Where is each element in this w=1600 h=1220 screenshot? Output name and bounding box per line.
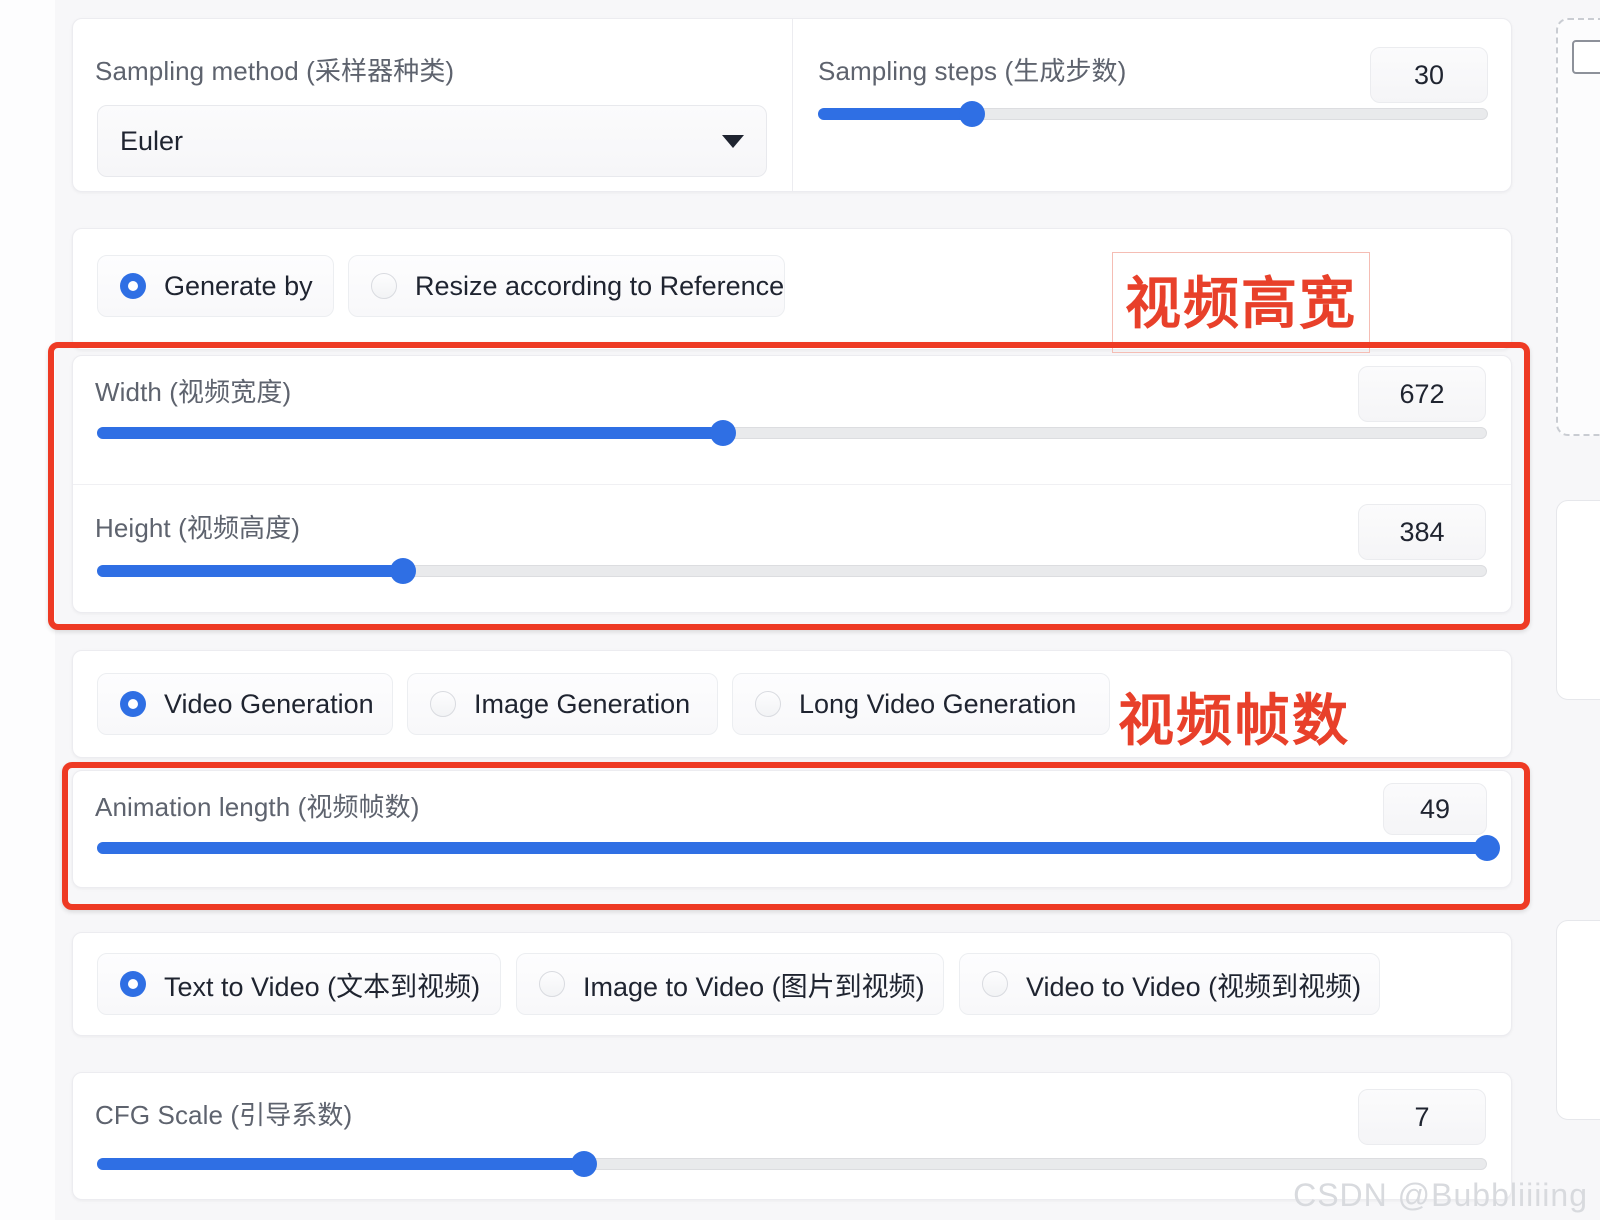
sampling-card: Sampling method (采样器种类) Euler Sampling s… bbox=[72, 18, 1512, 192]
conversion-mode-option-label: Video to Video (视频到视频) bbox=[1026, 971, 1362, 1002]
generation-mode-option-video[interactable]: Video Generation bbox=[97, 673, 393, 735]
sampling-method-label: Sampling method (采样器种类) bbox=[95, 56, 455, 86]
watermark: CSDN @Bubbliiiing bbox=[1293, 1177, 1588, 1213]
slider-thumb[interactable] bbox=[709, 420, 736, 446]
conversion-mode-option-label: Text to Video (文本到视频) bbox=[164, 971, 481, 1002]
size-mode-option-generate-by[interactable]: Generate by bbox=[97, 255, 334, 317]
annotation-video-size-label: 视频高宽 bbox=[1112, 252, 1370, 353]
chevron-down-icon[interactable] bbox=[722, 134, 744, 148]
sampling-steps-slider[interactable] bbox=[818, 101, 1488, 127]
sampling-method-value: Euler bbox=[120, 125, 184, 156]
radio-unselected-icon[interactable] bbox=[755, 691, 781, 717]
cfg-scale-slider[interactable] bbox=[97, 1151, 1487, 1177]
conversion-mode-option-label: Image to Video (图片到视频) bbox=[583, 971, 925, 1002]
image-placeholder-icon bbox=[1572, 40, 1600, 74]
radio-unselected-icon[interactable] bbox=[982, 971, 1008, 997]
slider-fill bbox=[97, 1158, 584, 1170]
sampling-method-dropdown[interactable]: Euler bbox=[97, 105, 767, 177]
animation-length-slider[interactable] bbox=[97, 835, 1500, 861]
sampling-steps-label: Sampling steps (生成步数) bbox=[818, 56, 1127, 86]
cfg-scale-label: CFG Scale (引导系数) bbox=[95, 1100, 353, 1130]
animation-length-card: Animation length (视频帧数) 49 bbox=[72, 770, 1512, 888]
height-slider[interactable] bbox=[97, 558, 1487, 584]
slider-thumb[interactable] bbox=[570, 1151, 597, 1177]
generation-mode-option-label: Image Generation bbox=[474, 688, 691, 719]
slider-thumb[interactable] bbox=[959, 101, 986, 127]
slider-thumb[interactable] bbox=[389, 558, 416, 584]
radio-selected-icon[interactable] bbox=[120, 971, 146, 997]
sampling-steps-value-input[interactable]: 30 bbox=[1370, 47, 1488, 103]
generation-mode-option-label: Long Video Generation bbox=[799, 688, 1077, 719]
animation-length-label: Animation length (视频帧数) bbox=[95, 792, 420, 822]
height-value-input[interactable]: 384 bbox=[1358, 504, 1486, 560]
generation-mode-option-image[interactable]: Image Generation bbox=[407, 673, 718, 735]
radio-selected-icon[interactable] bbox=[120, 691, 146, 717]
width-slider[interactable] bbox=[97, 420, 1487, 446]
slider-thumb[interactable] bbox=[1474, 835, 1500, 861]
sampling-card-divider bbox=[792, 19, 793, 191]
slider-fill bbox=[97, 427, 723, 439]
animation-length-value-input[interactable]: 49 bbox=[1383, 783, 1487, 835]
width-value-input[interactable]: 672 bbox=[1358, 366, 1486, 422]
width-height-card: Width (视频宽度) 672 Height (视频高度) 384 bbox=[72, 355, 1512, 613]
radio-unselected-icon[interactable] bbox=[430, 691, 456, 717]
slider-fill bbox=[97, 842, 1487, 854]
annotation-frame-count-label: 视频帧数 bbox=[1118, 689, 1350, 754]
right-edge-card-2 bbox=[1556, 920, 1600, 1120]
size-mode-option-resize-reference[interactable]: Resize according to Reference bbox=[348, 255, 785, 317]
generation-mode-option-label: Video Generation bbox=[164, 688, 374, 719]
radio-unselected-icon[interactable] bbox=[371, 273, 397, 299]
radio-selected-icon[interactable] bbox=[120, 273, 146, 299]
conversion-mode-option-video-to-video[interactable]: Video to Video (视频到视频) bbox=[959, 953, 1380, 1015]
generation-mode-option-long-video[interactable]: Long Video Generation bbox=[732, 673, 1110, 735]
cfg-scale-value-input[interactable]: 7 bbox=[1358, 1089, 1486, 1145]
reference-drop-panel-top[interactable] bbox=[1556, 18, 1600, 436]
conversion-mode-option-text-to-video[interactable]: Text to Video (文本到视频) bbox=[97, 953, 501, 1015]
width-label: Width (视频宽度) bbox=[95, 377, 292, 407]
right-edge-card-1 bbox=[1556, 500, 1600, 700]
radio-unselected-icon[interactable] bbox=[539, 971, 565, 997]
app-root: Sampling method (采样器种类) Euler Sampling s… bbox=[0, 0, 1600, 1220]
conversion-mode-card: Text to Video (文本到视频) Image to Video (图片… bbox=[72, 932, 1512, 1036]
slider-fill bbox=[818, 108, 973, 120]
height-label: Height (视频高度) bbox=[95, 513, 300, 543]
conversion-mode-option-image-to-video[interactable]: Image to Video (图片到视频) bbox=[516, 953, 944, 1015]
width-height-divider bbox=[73, 484, 1511, 485]
size-mode-option-label: Generate by bbox=[164, 270, 313, 301]
size-mode-option-label: Resize according to Reference bbox=[415, 270, 785, 301]
slider-fill bbox=[97, 565, 403, 577]
